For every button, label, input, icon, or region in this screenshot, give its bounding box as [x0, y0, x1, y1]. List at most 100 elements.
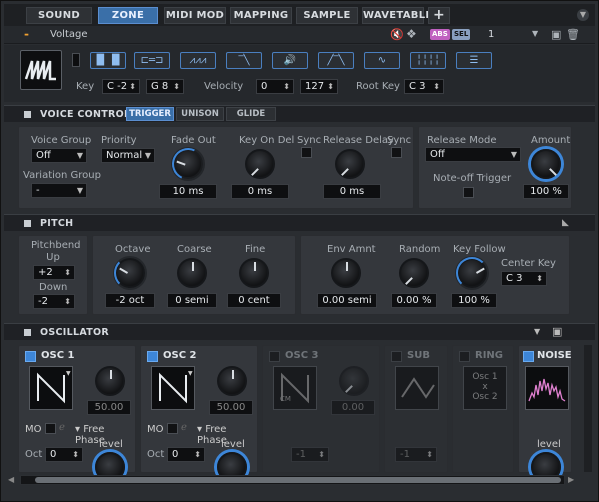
env-amnt-value[interactable]: 0.00 semi	[317, 293, 377, 308]
collapse-square-icon[interactable]	[24, 220, 31, 227]
minus-icon[interactable]: -	[24, 27, 29, 41]
scroll-right-icon[interactable]: ▶	[568, 475, 574, 484]
amount-value[interactable]: 100 %	[523, 184, 569, 199]
key-follow-knob[interactable]	[456, 257, 488, 289]
velocity-low-spinner[interactable]: 0 ⬍	[256, 79, 294, 94]
variation-group-select[interactable]: - ▼	[31, 183, 87, 198]
priority-select[interactable]: Normal ▼	[101, 148, 155, 163]
osc2-e-icon[interactable]: ℯ	[181, 422, 187, 433]
speaker-mute-icon[interactable]: 🔇	[390, 28, 404, 41]
fine-value[interactable]: 0 cent	[227, 293, 281, 308]
velocity-high-spinner[interactable]: 127 ⬍	[300, 79, 338, 94]
amp-icon[interactable]: 🔊	[272, 52, 308, 69]
pitchbend-down-spinner[interactable]: -2 ⬍	[33, 294, 75, 309]
ring-source-select[interactable]: Osc 1 x Osc 2	[463, 366, 507, 410]
steps-icon[interactable]: ╎╎╎╎	[410, 52, 446, 69]
triangle-wave-icon[interactable]	[395, 366, 439, 410]
tab-glide[interactable]: GLIDE	[226, 107, 276, 121]
osc3-pw-knob[interactable]	[339, 366, 369, 396]
saw-wave-icon[interactable]: ▼	[29, 366, 73, 410]
sub-enable-checkbox[interactable]	[391, 351, 402, 362]
octave-knob[interactable]	[114, 257, 145, 289]
abs-badge[interactable]: ABS	[430, 29, 450, 40]
tab-sound[interactable]: SOUND	[26, 7, 92, 24]
corner-icon[interactable]: ◣	[562, 218, 569, 228]
add-tab-button[interactable]: +	[428, 7, 450, 24]
wave-icon[interactable]: ⩘⩘⩘	[180, 52, 216, 69]
scroll-thumb[interactable]	[35, 477, 561, 483]
release-mode-select[interactable]: Off ▼	[425, 147, 521, 162]
oscillator-header[interactable]: OSCILLATOR ▼ ▣	[4, 323, 595, 340]
list-icon[interactable]: ☰	[456, 52, 492, 69]
collapse-icon[interactable]: ▼	[577, 9, 589, 21]
save-icon[interactable]: ▣	[552, 325, 562, 338]
sync-checkbox-1[interactable]	[301, 147, 312, 158]
random-value[interactable]: 0.00 %	[391, 293, 437, 308]
osc1-pw-knob[interactable]	[95, 366, 125, 396]
tab-trigger[interactable]: TRIGGER	[126, 107, 174, 121]
trash-icon[interactable]: 🗑	[566, 28, 580, 41]
key-follow-value[interactable]: 100 %	[451, 293, 497, 308]
osc3-enable-checkbox[interactable]	[269, 351, 280, 362]
horizontal-scrollbar[interactable]	[20, 475, 565, 485]
ring-enable-checkbox[interactable]	[459, 351, 470, 362]
osc2-pw-value[interactable]: 50.00	[209, 400, 253, 415]
fade-out-knob[interactable]	[167, 143, 209, 185]
env-amnt-knob[interactable]	[331, 258, 361, 288]
osc2-enable-checkbox[interactable]	[147, 351, 158, 362]
noise-wave-icon[interactable]	[525, 366, 569, 410]
root-key-spinner[interactable]: C 3 ⬍	[404, 79, 444, 94]
coarse-knob[interactable]	[177, 258, 207, 288]
saw-wave-icon[interactable]: ▼	[151, 366, 195, 410]
random-knob[interactable]	[399, 258, 429, 288]
osc1-mo-checkbox[interactable]	[45, 423, 56, 434]
note-off-trigger-checkbox[interactable]	[463, 187, 474, 198]
filter-icon[interactable]: ‾╲	[226, 52, 262, 69]
sub-oct-spinner[interactable]: -1 ⬍	[395, 447, 437, 462]
amount-knob[interactable]	[531, 149, 561, 179]
tab-midi-mod[interactable]: MIDI MOD	[164, 7, 226, 24]
osc3-pw-value[interactable]: 0.00	[331, 400, 375, 415]
lfo-icon[interactable]: ∿	[364, 52, 400, 69]
osc2-oct-spinner[interactable]: 0 ⬍	[167, 447, 205, 462]
coarse-value[interactable]: 0 semi	[167, 293, 217, 308]
voice-control-header[interactable]: VOICE CONTROL TRIGGER UNISON GLIDE	[4, 105, 595, 122]
osc1-pw-value[interactable]: 50.00	[87, 400, 131, 415]
save-icon[interactable]: ▣	[551, 28, 561, 41]
sync-checkbox-2[interactable]	[391, 147, 402, 158]
pitchbend-up-spinner[interactable]: +2 ⬍	[33, 265, 75, 280]
center-key-spinner[interactable]: C 3 ⬍	[501, 271, 547, 286]
key-low-spinner[interactable]: C -2 ⬍	[102, 79, 140, 94]
tab-wavetable[interactable]: WAVETABLE	[362, 7, 432, 24]
sample-icon[interactable]: ⊏═⊐	[134, 52, 170, 69]
scroll-left-icon[interactable]: ◀	[8, 475, 14, 484]
collapse-square-icon[interactable]	[24, 111, 31, 118]
tab-mapping[interactable]: MAPPING	[230, 7, 292, 24]
dropdown-icon[interactable]: ▼	[534, 327, 540, 336]
tab-sample[interactable]: SAMPLE	[296, 7, 358, 24]
release-delay-value[interactable]: 0 ms	[323, 184, 381, 199]
fade-out-value[interactable]: 10 ms	[159, 184, 217, 199]
zone-slot[interactable]	[72, 53, 80, 67]
collapse-square-icon[interactable]	[24, 329, 31, 336]
osc1-e-icon[interactable]: ℯ	[59, 422, 65, 433]
voice-group-select[interactable]: Off ▼	[31, 148, 87, 163]
tab-unison[interactable]: UNISON	[176, 107, 224, 121]
key-on-del-knob[interactable]	[245, 149, 275, 179]
fine-knob[interactable]	[239, 258, 269, 288]
vertical-scrollbar[interactable]	[584, 345, 592, 472]
osc3-oct-spinner[interactable]: -1 ⬍	[291, 447, 329, 462]
osc2-mo-checkbox[interactable]	[167, 423, 178, 434]
saw-wave-icon[interactable]: CM	[273, 366, 317, 410]
release-delay-knob[interactable]	[335, 149, 365, 179]
sel-badge[interactable]: SEL	[452, 29, 471, 40]
link-icon[interactable]: ❖	[406, 27, 417, 41]
osc2-pw-knob[interactable]	[217, 366, 247, 396]
osc1-enable-checkbox[interactable]	[25, 351, 36, 362]
tab-zone[interactable]: ZONE	[98, 7, 158, 24]
pitch-header[interactable]: PITCH ◣	[4, 214, 595, 231]
noise-enable-checkbox[interactable]	[523, 351, 534, 362]
envelope-icon[interactable]: ╱‾╲	[318, 52, 354, 69]
key-on-del-value[interactable]: 0 ms	[231, 184, 289, 199]
key-high-spinner[interactable]: G 8 ⬍	[146, 79, 184, 94]
